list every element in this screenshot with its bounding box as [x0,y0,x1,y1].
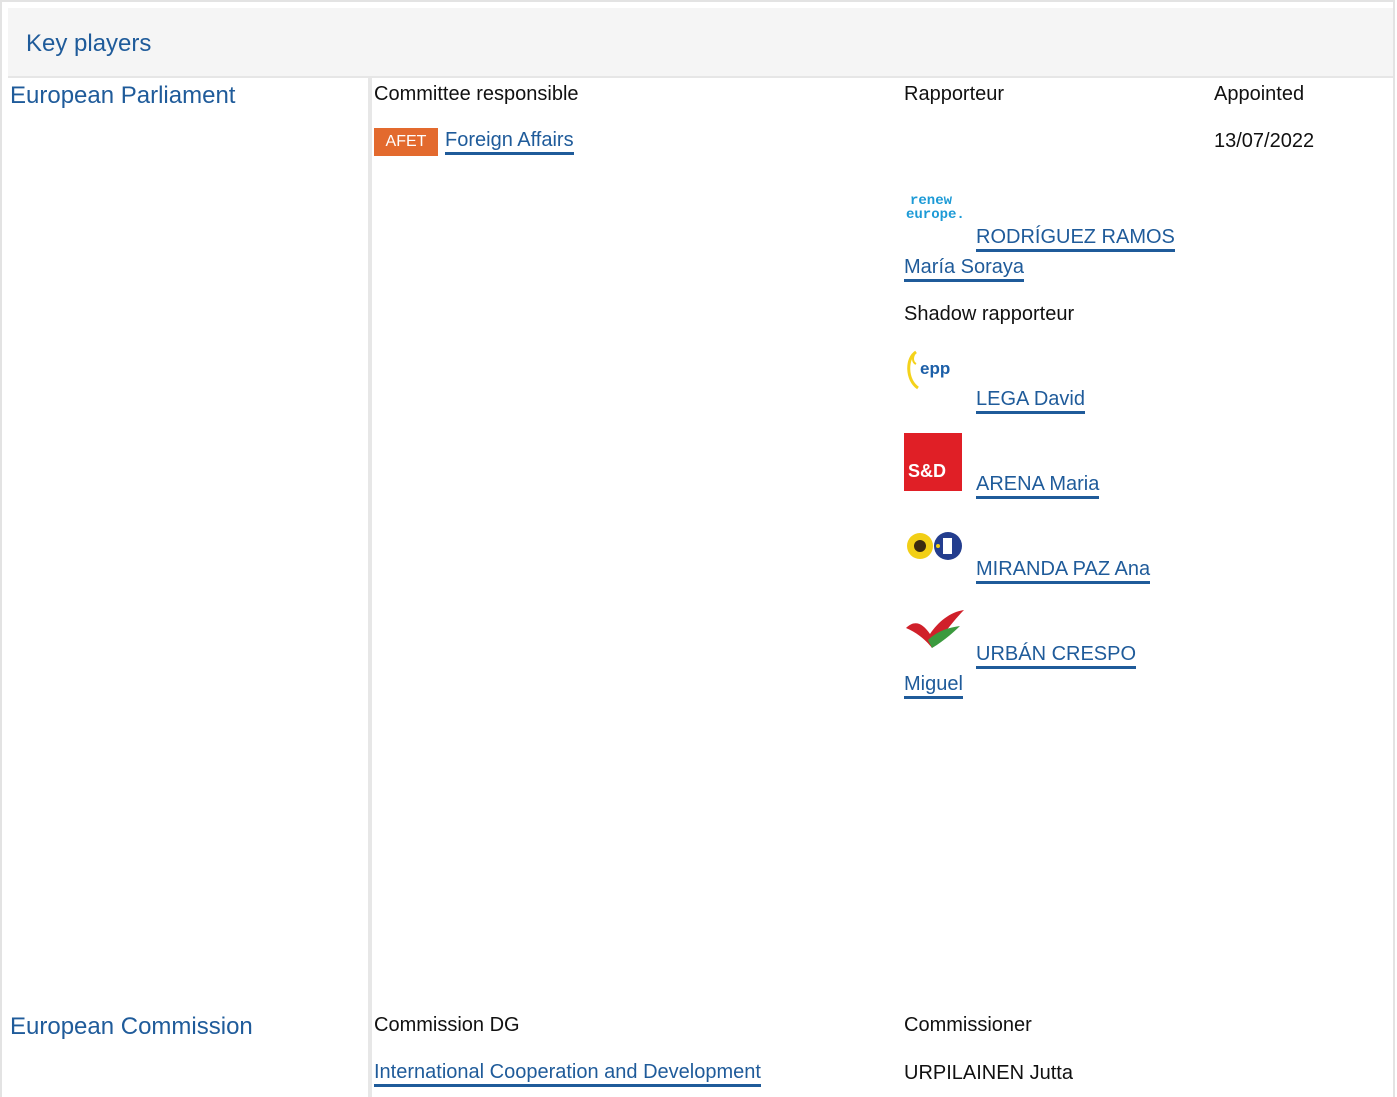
shadow-link-miranda-paz-ana[interactable]: MIRANDA PAZ Ana [976,558,1151,584]
renew-europe-logo-icon: renew europe. [904,186,964,232]
shadow-name-miranda: MIRANDA PAZ Ana [976,558,1151,584]
svg-text:epp: epp [920,359,950,378]
committee-code-badge: AFET [374,128,438,156]
section-title: Key players [26,30,152,57]
column-header-committee: Committee responsible [374,83,579,105]
institution-european-parliament: European Parliament [10,82,236,109]
shadow-link-lega-david[interactable]: LEGA David [976,388,1085,414]
commissioner-name: URPILAINEN Jutta [904,1062,1073,1084]
commission-dg-link[interactable]: International Cooperation and Developmen… [374,1061,761,1087]
appointed-date: 13/07/2022 [1214,130,1315,152]
column-header-commission-dg: Commission DG [374,1014,520,1036]
rapporteur-name-line2: María Soraya [904,256,1025,282]
shadow-name-lega: LEGA David [976,388,1085,414]
shadow-link-urban-crespo[interactable]: URBÁN CRESPO [976,643,1137,669]
the-left-logo-icon [904,606,966,654]
rapporteur-name-line1: RODRÍGUEZ RAMOS [976,226,1175,252]
column-header-appointed: Appointed [1214,83,1305,105]
s-and-d-logo-icon: S&D [904,433,962,491]
shadow-link-urban-crespo-continued[interactable]: Miguel [904,673,963,699]
institution-european-commission: European Commission [10,1013,253,1040]
epp-logo-icon: epp [904,346,964,392]
committee-link-foreign-affairs[interactable]: Foreign Affairs [445,129,574,155]
shadow-name-urban-line2: Miguel [904,673,963,699]
column-header-rapporteur: Rapporteur [904,83,1005,105]
column-divider [368,78,372,1097]
rapporteur-link[interactable]: RODRÍGUEZ RAMOS [976,226,1175,252]
shadow-name-urban-line1: URBÁN CRESPO [976,643,1137,669]
column-header-commissioner: Commissioner [904,1014,1032,1036]
rapporteur-link-continued[interactable]: María Soraya [904,256,1025,282]
shadow-link-arena-maria[interactable]: ARENA Maria [976,473,1100,499]
committee-name: Foreign Affairs [445,129,574,155]
section-header: Key players [8,8,1393,78]
key-players-panel: Key players European Parliament Committe… [0,0,1395,1097]
greens-efa-logo-icon [904,528,964,568]
commission-dg-name: International Cooperation and Developmen… [374,1061,761,1087]
shadow-rapporteur-label: Shadow rapporteur [904,303,1075,325]
shadow-name-arena: ARENA Maria [976,473,1100,499]
